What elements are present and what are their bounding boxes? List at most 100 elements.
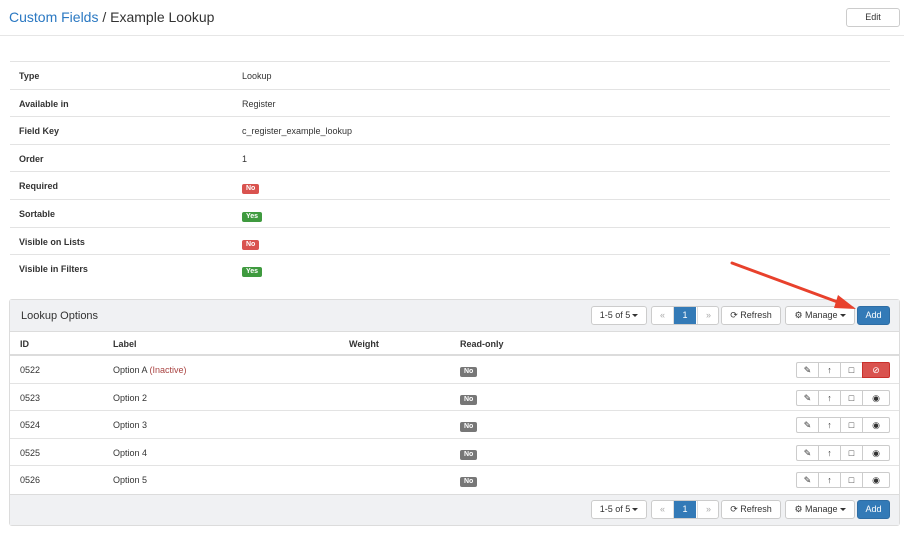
arrow-up-icon[interactable]: ↑ (818, 444, 841, 461)
pencil-icon[interactable]: ✎ (796, 472, 819, 488)
property-value: Lookup (242, 71, 272, 81)
property-row-visible-in-filters: Visible in Filters Yes (10, 254, 890, 282)
status-badge: No (242, 239, 260, 250)
property-row-field-key: Field Key c_register_example_lookup (10, 116, 890, 144)
table-row: 0525 Option 4 No ✎ ↑ □ ◉ (10, 439, 899, 466)
manage-label: Manage (805, 310, 838, 320)
pager-count-dropdown[interactable]: 1-5 of 5 (591, 306, 647, 325)
pencil-icon[interactable]: ✎ (796, 389, 819, 406)
manage-label: Manage (805, 504, 838, 514)
last-page-button[interactable]: » (697, 307, 719, 324)
table-row: 0526 Option 5 No ✎ ↑ □ ◉ (10, 466, 899, 494)
square-icon[interactable]: □ (840, 389, 863, 406)
gear-icon: ⚙ (794, 504, 806, 514)
refresh-icon: ⟳ (730, 310, 741, 320)
edit-button[interactable]: Edit (846, 8, 900, 27)
property-value: Register (242, 98, 276, 109)
first-page-button[interactable]: « (652, 307, 674, 324)
square-icon[interactable]: □ (840, 472, 863, 488)
eye-slash-icon[interactable]: ⊘ (862, 362, 890, 378)
page-1-button[interactable]: 1 (674, 501, 696, 518)
property-value: No (242, 237, 260, 250)
breadcrumb-separator: / (98, 9, 111, 25)
pager-count-dropdown[interactable]: 1-5 of 5 (591, 500, 647, 519)
pager-count-label: 1-5 of 5 (599, 504, 631, 514)
property-key: Type (19, 71, 40, 81)
option-label: Option 2 (113, 392, 148, 403)
pencil-icon[interactable]: ✎ (796, 417, 819, 433)
column-header-weight[interactable]: Weight (349, 339, 379, 349)
eye-icon[interactable]: ◉ (862, 389, 890, 406)
refresh-button[interactable]: ⟳ Refresh (721, 500, 781, 519)
page-header: Custom Fields / Example Lookup Edit (0, 0, 904, 36)
lookup-options-panel: Lookup Options 1-5 of 5 « 1 » ⟳ Refresh … (9, 299, 900, 526)
pencil-icon[interactable]: ✎ (796, 362, 819, 378)
panel-footer: 1-5 of 5 « 1 » ⟳ Refresh ⚙ Manage Add (10, 494, 899, 525)
option-id: 0524 (20, 420, 41, 430)
status-badge: Yes (242, 211, 263, 222)
page-1-button[interactable]: 1 (674, 307, 696, 324)
read-only-badge: No (460, 367, 478, 377)
property-value: c_register_example_lookup (242, 126, 353, 137)
square-icon[interactable]: □ (840, 362, 863, 378)
panel-title: Lookup Options (21, 310, 99, 322)
read-only-cell: No (460, 393, 478, 405)
property-key: Sortable (19, 208, 56, 219)
arrow-up-icon[interactable]: ↑ (818, 389, 841, 406)
column-header-read-only[interactable]: Read-only (460, 339, 504, 349)
table-header: ID Label Weight Read-only (10, 332, 899, 356)
table-row: 0524 Option 3 No ✎ ↑ □ ◉ (10, 411, 899, 439)
read-only-cell: No (460, 365, 478, 377)
read-only-badge: No (460, 394, 478, 405)
refresh-label: Refresh (740, 504, 772, 514)
row-actions: ✎ ↑ □ ◉ (796, 389, 890, 406)
property-key: Order (19, 153, 44, 164)
square-icon[interactable]: □ (840, 417, 863, 433)
status-badge: Yes (242, 267, 263, 278)
eye-icon[interactable]: ◉ (862, 472, 890, 488)
square-icon[interactable]: □ (840, 444, 863, 461)
refresh-label: Refresh (740, 310, 772, 320)
last-page-button[interactable]: » (697, 501, 719, 518)
refresh-button[interactable]: ⟳ Refresh (721, 306, 781, 325)
arrow-up-icon[interactable]: ↑ (818, 362, 841, 378)
eye-icon[interactable]: ◉ (862, 417, 890, 433)
row-actions: ✎ ↑ □ ◉ (796, 444, 890, 461)
property-key: Visible on Lists (19, 236, 85, 247)
column-header-label[interactable]: Label (113, 339, 137, 349)
option-id: 0523 (20, 392, 41, 403)
breadcrumb-link-custom-fields[interactable]: Custom Fields (9, 9, 98, 25)
row-actions: ✎ ↑ □ ⊘ (796, 362, 890, 378)
add-button[interactable]: Add (857, 500, 890, 519)
option-label: Option 5 (113, 475, 148, 485)
add-button[interactable]: Add (857, 306, 890, 325)
table-row: 0522 Option A (Inactive) No ✎ ↑ □ ⊘ (10, 356, 899, 384)
read-only-cell: No (460, 475, 478, 487)
property-value: Yes (242, 264, 263, 278)
breadcrumb: Custom Fields / Example Lookup (9, 9, 214, 25)
option-label: Option 4 (113, 447, 148, 458)
read-only-badge: No (460, 422, 478, 432)
panel-header: Lookup Options 1-5 of 5 « 1 » ⟳ Refresh … (10, 300, 899, 332)
column-header-id[interactable]: ID (20, 339, 29, 349)
option-label: Option A (Inactive) (113, 365, 187, 375)
property-key: Field Key (19, 126, 60, 137)
pencil-icon[interactable]: ✎ (796, 444, 819, 461)
property-row-type: Type Lookup (10, 61, 890, 89)
chevron-down-icon (632, 508, 639, 512)
read-only-cell: No (460, 420, 478, 432)
option-label-text: Option A (113, 365, 148, 375)
eye-icon[interactable]: ◉ (862, 444, 890, 461)
first-page-button[interactable]: « (652, 501, 674, 518)
manage-dropdown[interactable]: ⚙ Manage (785, 500, 855, 519)
property-value: No (242, 181, 260, 195)
table-row: 0523 Option 2 No ✎ ↑ □ ◉ (10, 384, 899, 411)
property-row-visible-on-lists: Visible on Lists No (10, 226, 890, 255)
inactive-status: (Inactive) (149, 365, 187, 375)
status-badge: No (242, 184, 260, 195)
property-key: Required (19, 181, 59, 192)
arrow-up-icon[interactable]: ↑ (818, 417, 841, 433)
manage-dropdown[interactable]: ⚙ Manage (785, 306, 855, 325)
arrow-up-icon[interactable]: ↑ (818, 472, 841, 488)
option-id: 0526 (20, 475, 41, 485)
